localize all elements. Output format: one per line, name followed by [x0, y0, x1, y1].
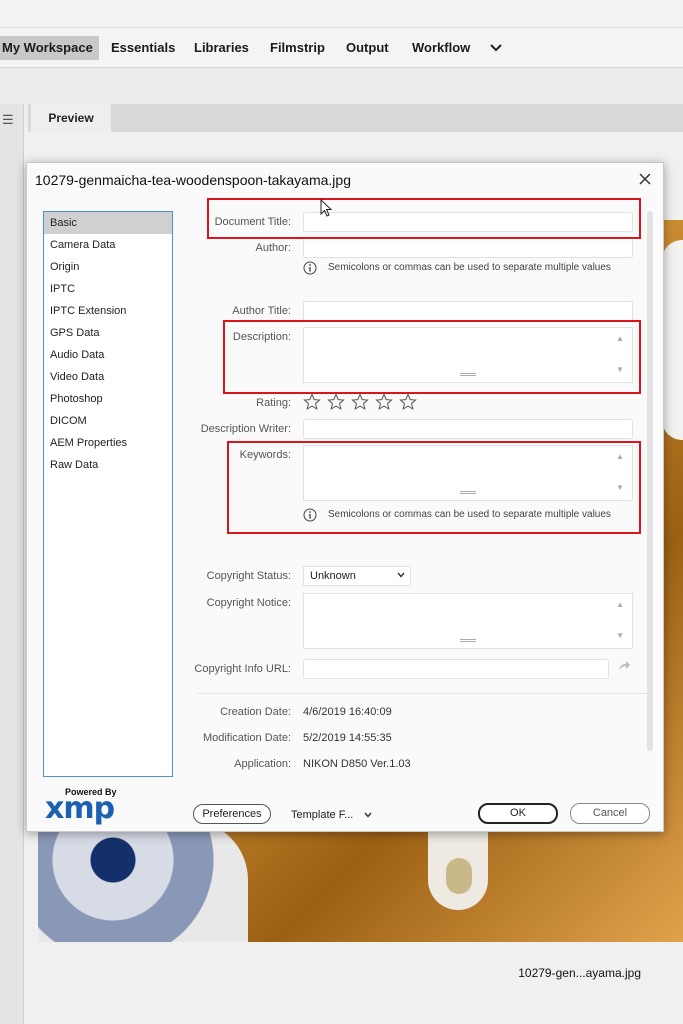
dialog-title: 10279-genmaicha-tea-woodenspoon-takayama… [35, 172, 351, 188]
preview-image-cup-rim [662, 240, 683, 440]
workspace-tab-filmstrip[interactable]: Filmstrip [270, 36, 325, 60]
category-aem-properties[interactable]: AEM Properties [44, 432, 172, 454]
scroll-down-icon[interactable]: ▼ [616, 483, 624, 492]
category-audio-data[interactable]: Audio Data [44, 344, 172, 366]
tab-preview[interactable]: Preview [31, 104, 111, 132]
resize-grip-icon[interactable] [460, 491, 476, 494]
chevron-down-icon [364, 812, 372, 818]
category-basic[interactable]: Basic [44, 212, 172, 234]
template-folder-dropdown[interactable]: Template F... [285, 805, 377, 825]
application-label: Application: [234, 758, 291, 770]
application-value: NIKON D850 Ver.1.03 [303, 758, 411, 770]
document-title-label: Document Title: [214, 216, 291, 228]
scroll-down-icon[interactable]: ▼ [616, 631, 624, 640]
rating-star-icon[interactable] [399, 393, 417, 411]
description-label: Description: [232, 331, 291, 343]
copyright-status-value: Unknown [310, 570, 356, 582]
description-writer-label: Description Writer: [200, 423, 291, 435]
copyright-notice-label: Copyright Notice: [206, 597, 291, 609]
category-iptc-extension[interactable]: IPTC Extension [44, 300, 172, 322]
creation-date-label: Creation Date: [220, 706, 291, 718]
workspace-more-chevron-icon[interactable] [488, 40, 504, 56]
workspace-tab-my-workspace[interactable]: My Workspace [0, 36, 99, 60]
form-scrollbar[interactable] [647, 211, 653, 751]
title-strip [0, 0, 683, 28]
rating-star-icon[interactable] [327, 393, 345, 411]
go-to-url-icon[interactable] [617, 659, 631, 673]
close-icon[interactable] [637, 171, 653, 187]
divider [197, 693, 649, 694]
author-title-label: Author Title: [232, 305, 291, 317]
author-title-input[interactable] [303, 301, 633, 321]
keywords-label: Keywords: [239, 449, 291, 461]
panel-menu-icon[interactable]: ☰ [2, 112, 14, 128]
copyright-notice-textarea[interactable]: ▲ ▼ [303, 593, 633, 649]
chevron-down-icon [397, 572, 405, 578]
workspace-tab-libraries[interactable]: Libraries [194, 36, 249, 60]
resize-grip-icon[interactable] [460, 639, 476, 642]
cancel-button[interactable]: Cancel [570, 803, 650, 824]
category-photoshop[interactable]: Photoshop [44, 388, 172, 410]
category-origin[interactable]: Origin [44, 256, 172, 278]
xmp-logo-text: xmp [45, 791, 115, 826]
left-panel-edge [0, 104, 24, 1024]
resize-grip-icon[interactable] [460, 373, 476, 376]
category-raw-data[interactable]: Raw Data [44, 454, 172, 476]
info-icon [303, 508, 317, 522]
file-info-dialog: 10279-genmaicha-tea-woodenspoon-takayama… [26, 162, 664, 832]
toolbar-strip [0, 68, 683, 104]
preview-tab-bar [28, 104, 683, 132]
workspace-tab-output[interactable]: Output [346, 36, 389, 60]
scroll-up-icon[interactable]: ▲ [616, 452, 624, 461]
description-textarea[interactable]: ▲ ▼ [303, 327, 633, 383]
workspace-bar: My Workspace Essentials Libraries Filmst… [0, 28, 683, 68]
copyright-status-select[interactable]: Unknown [303, 566, 411, 586]
rating-star-icon[interactable] [303, 393, 321, 411]
workspace-tab-essentials[interactable]: Essentials [111, 36, 175, 60]
description-writer-input[interactable] [303, 419, 633, 439]
scroll-up-icon[interactable]: ▲ [616, 600, 624, 609]
rating-star-icon[interactable] [375, 393, 393, 411]
info-icon [303, 261, 317, 275]
copyright-info-url-input[interactable] [303, 659, 609, 679]
ok-button[interactable]: OK [478, 803, 558, 824]
modification-date-value: 5/2/2019 14:55:35 [303, 732, 392, 744]
copyright-status-label: Copyright Status: [206, 570, 291, 582]
category-dicom[interactable]: DICOM [44, 410, 172, 432]
document-title-input[interactable] [303, 212, 633, 232]
rating-star-icon[interactable] [351, 393, 369, 411]
copyright-info-url-label: Copyright Info URL: [194, 663, 291, 675]
category-video-data[interactable]: Video Data [44, 366, 172, 388]
creation-date-value: 4/6/2019 16:40:09 [303, 706, 392, 718]
preview-image-bowl [38, 820, 248, 942]
rating-stars[interactable] [303, 393, 423, 411]
keywords-hint: Semicolons or commas can be used to sepa… [328, 509, 611, 520]
scroll-up-icon[interactable]: ▲ [616, 334, 624, 343]
preview-image-teapot-spout [446, 858, 472, 894]
author-hint: Semicolons or commas can be used to sepa… [328, 262, 611, 273]
keywords-textarea[interactable]: ▲ ▼ [303, 445, 633, 501]
rating-label: Rating: [256, 397, 291, 409]
modification-date-label: Modification Date: [202, 732, 291, 744]
category-camera-data[interactable]: Camera Data [44, 234, 172, 256]
category-gps-data[interactable]: GPS Data [44, 322, 172, 344]
scroll-down-icon[interactable]: ▼ [616, 365, 624, 374]
category-list: Basic Camera Data Origin IPTC IPTC Exten… [43, 211, 173, 777]
author-input[interactable] [303, 238, 633, 258]
author-label: Author: [255, 242, 291, 254]
template-folder-label: Template F... [291, 809, 354, 821]
xmp-logo: Powered By xmp [45, 787, 117, 826]
mouse-cursor-icon [320, 199, 333, 217]
workspace-tab-workflow[interactable]: Workflow [412, 36, 470, 60]
preview-filename: 10279-gen...ayama.jpg [518, 966, 641, 980]
category-iptc[interactable]: IPTC [44, 278, 172, 300]
preferences-button[interactable]: Preferences [193, 804, 271, 824]
